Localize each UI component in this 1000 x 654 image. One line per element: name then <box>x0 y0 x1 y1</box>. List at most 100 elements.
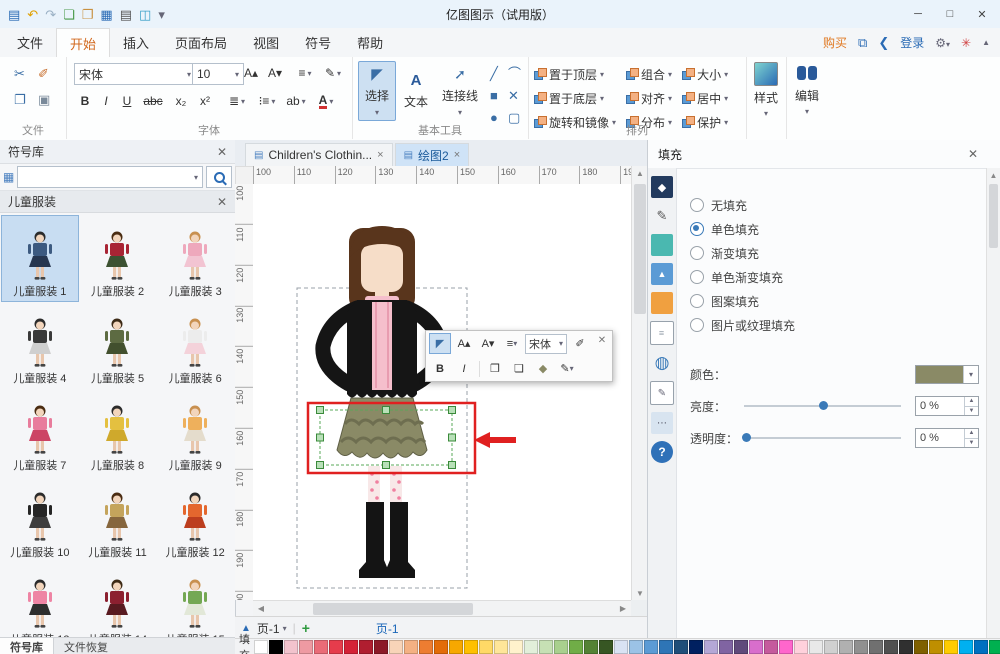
fill-option-radio[interactable]: 无填充 <box>690 196 747 214</box>
symbol-item[interactable]: 儿童服装 8 <box>79 389 157 476</box>
close-tab-icon[interactable]: × <box>454 149 460 161</box>
buy-button[interactable]: 购买 <box>823 34 847 51</box>
close-symbol-section-icon[interactable]: ✕ <box>217 195 227 209</box>
brightness-slider[interactable] <box>744 405 901 407</box>
palette-color-swatch[interactable] <box>359 640 373 654</box>
symbol-item[interactable]: 儿童服装 6 <box>156 302 234 389</box>
palette-color-swatch[interactable] <box>734 640 748 654</box>
mini-italic-button[interactable]: I <box>453 358 475 379</box>
scroll-left-icon[interactable]: ◀ <box>253 601 269 615</box>
mini-toolbar-close-icon[interactable]: ✕ <box>595 333 609 347</box>
minimize-button[interactable]: ─ <box>902 3 934 25</box>
palette-color-swatch[interactable] <box>434 640 448 654</box>
mini-align-button[interactable]: ≡▾ <box>501 333 523 354</box>
symbol-item[interactable]: 儿童服装 1 <box>1 215 79 302</box>
comment-icon[interactable]: ⋯ <box>651 412 673 434</box>
new-document-icon[interactable]: ❏ <box>63 8 75 21</box>
palette-color-swatch[interactable] <box>524 640 538 654</box>
ribbon-tab[interactable]: 插入 <box>110 28 162 57</box>
palette-color-swatch[interactable] <box>824 640 838 654</box>
vertical-scroll-thumb[interactable] <box>634 184 646 314</box>
collapse-ribbon-icon[interactable]: ▲ <box>982 38 990 47</box>
library-grid-icon[interactable]: ▦ <box>3 170 14 184</box>
hyperlink-globe-icon[interactable]: ◍ <box>651 352 673 374</box>
horizontal-scroll-thumb[interactable] <box>313 603 473 615</box>
settings-gear-icon[interactable]: ⚙▾ <box>935 36 950 50</box>
palette-color-swatch[interactable] <box>419 640 433 654</box>
connector-tool-button[interactable]: ➚ 连接线▾ <box>436 61 484 121</box>
maximize-button[interactable]: □ <box>934 3 966 25</box>
palette-color-swatch[interactable] <box>584 640 598 654</box>
palette-color-swatch[interactable] <box>464 640 478 654</box>
close-symbol-library-icon[interactable]: ✕ <box>217 145 227 159</box>
palette-color-swatch[interactable] <box>479 640 493 654</box>
mini-duplicate-icon[interactable]: ❏ <box>508 358 530 379</box>
palette-color-swatch[interactable] <box>329 640 343 654</box>
palette-color-swatch[interactable] <box>644 640 658 654</box>
save-icon[interactable]: ▦ <box>100 8 112 21</box>
login-button[interactable]: 登录 <box>900 34 924 51</box>
bold-button[interactable]: B <box>76 91 94 111</box>
line-format-icon[interactable]: ✎ <box>651 205 673 227</box>
palette-color-swatch[interactable] <box>854 640 868 654</box>
share-icon[interactable]: ❮ <box>878 35 889 51</box>
fill-option-radio[interactable]: 图片或纹理填充 <box>690 316 795 334</box>
mini-increase-font-button[interactable]: A▴ <box>453 333 475 354</box>
text-style-brush-button[interactable]: ✎▾ <box>320 63 346 83</box>
palette-color-swatch[interactable] <box>449 640 463 654</box>
symbol-search-combo[interactable]: ▾ <box>17 166 203 188</box>
symbol-item[interactable]: 儿童服装 12 <box>156 476 234 563</box>
container-icon[interactable] <box>651 292 673 314</box>
quick-access-options-icon[interactable]: ▾ <box>158 8 165 21</box>
palette-color-swatch[interactable] <box>704 640 718 654</box>
font-family-combo[interactable]: 宋体▾ <box>74 63 196 85</box>
superscript-button[interactable]: x² <box>194 91 216 111</box>
strikethrough-button[interactable]: abc <box>140 91 166 111</box>
palette-color-swatch[interactable] <box>719 640 733 654</box>
palette-color-swatch[interactable] <box>989 640 1000 654</box>
export-image-icon[interactable]: ⧉ <box>858 35 867 51</box>
palette-color-swatch[interactable] <box>614 640 628 654</box>
panel-scroll-thumb[interactable] <box>989 184 998 248</box>
close-tab-icon[interactable]: × <box>377 149 383 161</box>
mini-font-combo[interactable]: 宋体▾ <box>525 334 567 354</box>
quick-shape-icon[interactable] <box>651 234 673 256</box>
symbol-item[interactable]: 儿童服装 10 <box>1 476 79 563</box>
palette-color-swatch[interactable] <box>899 640 913 654</box>
phonetic-guide-button[interactable]: ab▾ <box>284 91 308 111</box>
ribbon-tab[interactable]: 视图 <box>240 28 292 57</box>
palette-color-swatch[interactable] <box>794 640 808 654</box>
print-icon[interactable]: ▤ <box>120 8 132 21</box>
palette-color-swatch[interactable] <box>269 640 283 654</box>
line-spacing-button[interactable]: ≣▾ <box>224 91 250 111</box>
add-page-button[interactable]: + <box>302 620 310 636</box>
ribbon-tab[interactable]: 符号 <box>292 28 344 57</box>
font-size-combo[interactable]: 10▾ <box>192 63 244 85</box>
align-text-button[interactable]: ≡▾ <box>292 63 318 83</box>
palette-color-swatch[interactable] <box>869 640 883 654</box>
fill-option-radio[interactable]: 单色渐变填充 <box>690 268 783 286</box>
panel-scroll-up-icon[interactable]: ▲ <box>987 168 1000 182</box>
symbol-item[interactable]: 儿童服装 2 <box>79 215 157 302</box>
palette-color-swatch[interactable] <box>299 640 313 654</box>
canvas-horizontal-scrollbar[interactable]: ◀ ▶ <box>253 600 631 617</box>
scroll-down-icon[interactable]: ▼ <box>632 586 648 600</box>
app-menu-icon[interactable]: ▤ <box>8 8 20 21</box>
cut-icon[interactable]: ✂ <box>14 67 25 80</box>
mini-copy-icon[interactable]: ❐ <box>484 358 506 379</box>
pinwheel-icon[interactable]: ✳ <box>961 36 971 50</box>
fill-option-radio[interactable]: 单色填充 <box>690 220 759 238</box>
brightness-spinner[interactable]: 0 % ▲▼ <box>915 396 979 416</box>
palette-color-swatch[interactable] <box>374 640 388 654</box>
text-tool-button[interactable]: A 文本 <box>398 61 434 121</box>
arrange-button[interactable]: 大小▾ <box>682 66 728 83</box>
font-color-button[interactable]: A▾ <box>314 91 338 111</box>
page-menu[interactable]: 页-1▾ <box>257 620 287 637</box>
ribbon-tab[interactable]: 页面布局 <box>162 28 240 57</box>
fill-format-icon[interactable]: ◆ <box>651 176 673 198</box>
palette-color-swatch[interactable] <box>284 640 298 654</box>
palette-color-swatch[interactable] <box>509 640 523 654</box>
subscript-button[interactable]: x₂ <box>170 91 192 111</box>
format-painter-icon[interactable]: ✐ <box>38 67 49 80</box>
palette-color-swatch[interactable] <box>674 640 688 654</box>
